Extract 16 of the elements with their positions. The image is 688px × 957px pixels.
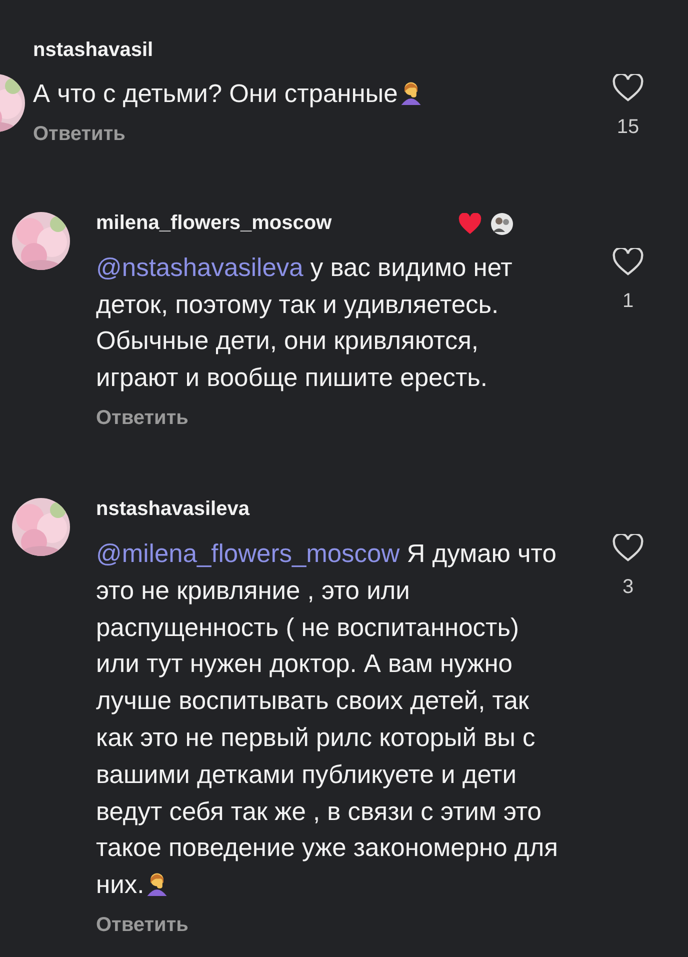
like-count: 3 (622, 576, 634, 599)
comment-text: @nstashavasileva у вас видимо нет деток, поэтому так и удивляетесь. Обычные дети, они кривляются, играют и вообще пишите ересть. (96, 252, 514, 394)
username[interactable]: nstashavasileva (96, 498, 250, 522)
reply-link[interactable]: Ответить (96, 914, 188, 937)
username[interactable]: nstashavasil (33, 38, 154, 62)
like-count: 15 (616, 116, 640, 139)
comment-text: @milena_flowers_moscow Я думаю что это не кривляние , это или распущенность ( не воспитанность) или тут нужен доктор. А вам нужно лучше воспитывать своих детей, так как это не первый рилс который вы с вашими детками публикуете и дети ведут себя так же , в связи с этим это такое поведение уже закономерно для них. (96, 538, 559, 902)
heart-icon[interactable] (612, 74, 644, 102)
heart-icon[interactable] (612, 534, 644, 562)
reply-link[interactable]: Ответить (96, 406, 188, 430)
avatar-icon (490, 212, 514, 236)
comment-text: А что с детьми? Они странные (33, 76, 573, 113)
username[interactable]: milena_flowers_moscow (96, 212, 332, 236)
reply-link[interactable]: Ответить (33, 122, 126, 146)
like-count: 1 (622, 290, 634, 313)
heart-icon[interactable] (612, 248, 644, 276)
